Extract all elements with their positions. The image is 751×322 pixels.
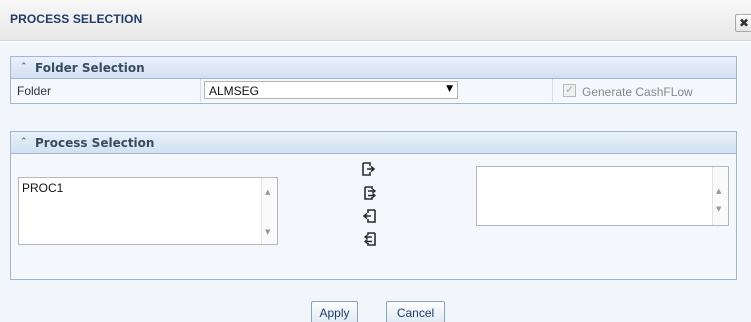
move-all-left-icon: [363, 232, 376, 246]
close-icon: ✖: [738, 16, 750, 30]
move-selected-right-icon: [362, 162, 376, 176]
dialog-titlebar: PROCESS SELECTION ✖: [0, 0, 751, 41]
scrollbar[interactable]: ▲ ▼: [712, 167, 728, 225]
move-all-right-icon: [364, 186, 377, 200]
folder-label: Folder: [11, 79, 201, 102]
folder-selection-panel: ⌃ Folder Selection Folder ALMSEG ▼ ✓ Gen…: [10, 56, 737, 104]
scroll-down-icon[interactable]: ▼: [265, 228, 270, 236]
list-item[interactable]: PROC1: [22, 181, 63, 195]
folder-dropdown-value: ALMSEG: [209, 84, 260, 98]
available-process-list[interactable]: PROC1 ▲ ▼: [18, 177, 278, 245]
cancel-button[interactable]: Cancel: [386, 301, 445, 322]
collapse-icon[interactable]: ⌃: [20, 137, 30, 148]
folder-selection-title: Folder Selection: [35, 61, 145, 75]
folder-row: Folder ALMSEG ▼ ✓ Generate CashFLow: [11, 79, 736, 102]
scrollbar[interactable]: ▲ ▼: [261, 178, 277, 244]
move-all-right-button[interactable]: [363, 185, 379, 201]
folder-dropdown[interactable]: ALMSEG ▼: [204, 81, 458, 99]
move-selected-right-button[interactable]: [361, 161, 377, 177]
collapse-icon[interactable]: ⌃: [20, 62, 30, 73]
process-selection-header[interactable]: ⌃ Process Selection: [11, 132, 736, 154]
apply-button[interactable]: Apply: [311, 301, 358, 322]
chevron-down-icon: ▼: [446, 84, 453, 94]
scroll-up-icon[interactable]: ▲: [265, 188, 270, 196]
process-selection-panel: ⌃ Process Selection PROC1 ▲ ▼ ▲ ▼: [10, 131, 737, 280]
dialog-content: ⌃ Folder Selection Folder ALMSEG ▼ ✓ Gen…: [0, 42, 751, 322]
generate-cashflow-label: Generate CashFLow: [582, 85, 693, 99]
scroll-down-icon[interactable]: ▼: [716, 205, 721, 213]
process-selection-title: Process Selection: [35, 136, 155, 150]
checkmark-icon: ✓: [565, 83, 575, 96]
cell-divider: [552, 79, 553, 102]
dialog-title: PROCESS SELECTION: [10, 12, 143, 26]
move-selected-left-icon: [362, 209, 376, 223]
selected-process-list[interactable]: ▲ ▼: [476, 166, 729, 226]
move-selected-left-button[interactable]: [361, 208, 377, 224]
move-all-left-button[interactable]: [361, 231, 377, 247]
process-selection-body: PROC1 ▲ ▼ ▲ ▼: [11, 154, 736, 279]
generate-cashflow-checkbox[interactable]: ✓: [563, 83, 576, 97]
folder-selection-header[interactable]: ⌃ Folder Selection: [11, 57, 736, 79]
close-button[interactable]: ✖: [735, 14, 751, 32]
scroll-up-icon[interactable]: ▲: [716, 187, 721, 195]
